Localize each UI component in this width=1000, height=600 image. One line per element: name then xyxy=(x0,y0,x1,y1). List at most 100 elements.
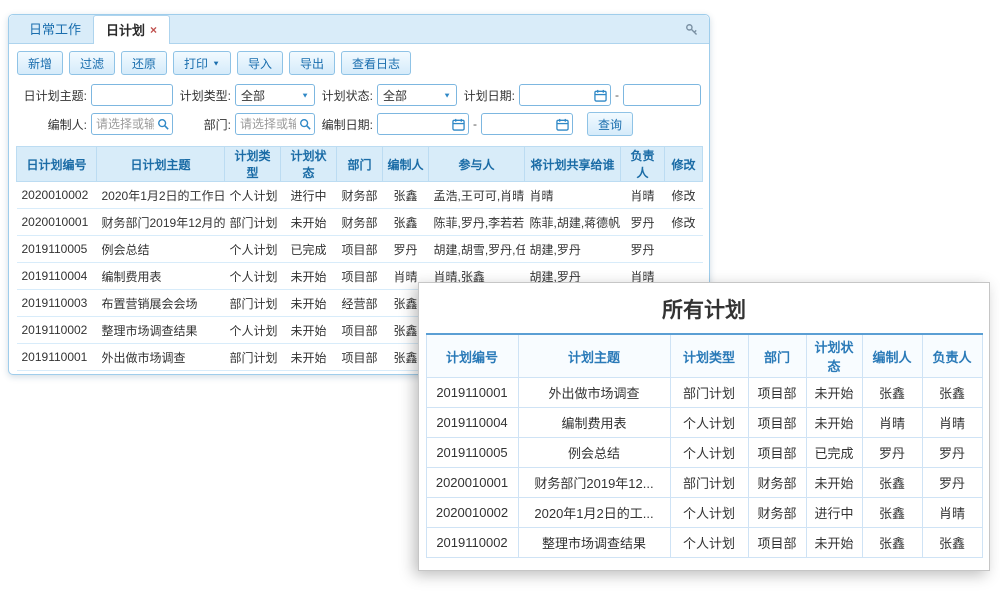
cell-subject[interactable]: 编制费用表 xyxy=(97,263,225,290)
column-header-participants[interactable]: 参与人 xyxy=(429,147,525,182)
cell-status: 已完成 xyxy=(806,438,862,468)
cell-participants: 胡建,胡雪,罗丹,任晓... xyxy=(429,236,525,263)
cell-owner[interactable]: 罗丹 xyxy=(621,236,665,263)
plan-date-to-input[interactable] xyxy=(623,84,701,106)
cell-subject[interactable]: 外出做市场调查 xyxy=(97,344,225,371)
column-header-modify[interactable]: 修改 xyxy=(665,147,703,182)
calendar-icon[interactable] xyxy=(452,118,465,131)
type-select-value: 全部 xyxy=(241,87,265,104)
calendar-icon[interactable] xyxy=(556,118,569,131)
cell-subject: 整理市场调查结果 xyxy=(518,528,670,558)
cell-status: 进行中 xyxy=(281,182,337,209)
date-range-separator: - xyxy=(473,117,477,131)
cell-status: 未开始 xyxy=(281,263,337,290)
header-row: 计划编号计划主题计划类型部门计划状态编制人负责人 xyxy=(426,334,982,378)
cell-status: 已完成 xyxy=(281,236,337,263)
cell-dept: 项目部 xyxy=(748,378,806,408)
cell-dept: 项目部 xyxy=(748,528,806,558)
table-row[interactable]: 2020010001财务部门2019年12月的...部门计划未开始财务部张鑫陈菲… xyxy=(17,209,703,236)
cell-type: 个人计划 xyxy=(670,408,748,438)
status-select[interactable]: 全部 ▼ xyxy=(377,84,457,106)
cell-status: 未开始 xyxy=(281,290,337,317)
all-plans-title: 所有计划 xyxy=(419,283,989,333)
cell-creator: 张鑫 xyxy=(862,528,922,558)
key-icon[interactable] xyxy=(685,23,699,37)
cell-type: 部门计划 xyxy=(670,468,748,498)
cell-modify[interactable]: 修改 xyxy=(665,209,703,236)
compile-date-to-field xyxy=(481,113,573,135)
export-button[interactable]: 导出 xyxy=(289,51,335,75)
cell-type: 个人计划 xyxy=(670,438,748,468)
column-header-creator: 编制人 xyxy=(862,334,922,378)
column-header-shared_with[interactable]: 将计划共享给谁 xyxy=(525,147,621,182)
cell-modify[interactable]: 修改 xyxy=(665,182,703,209)
status-select-value: 全部 xyxy=(383,87,407,104)
type-select[interactable]: 全部 ▼ xyxy=(235,84,315,106)
column-header-dept: 部门 xyxy=(748,334,806,378)
cell-id: 2019110004 xyxy=(426,408,518,438)
cell-participants: 孟浩,王可可,肖晴,张鑫 xyxy=(429,182,525,209)
cell-id[interactable]: 2019110002 xyxy=(17,317,97,344)
cell-id: 2020010002 xyxy=(426,498,518,528)
cell-subject[interactable]: 例会总结 xyxy=(97,236,225,263)
column-header-creator[interactable]: 编制人 xyxy=(383,147,429,182)
cell-id[interactable]: 2020010002 xyxy=(17,182,97,209)
close-tab-icon[interactable]: × xyxy=(150,24,157,36)
compile-date-from-field xyxy=(377,113,469,135)
cell-type: 部门计划 xyxy=(225,290,281,317)
cell-dept: 财务部 xyxy=(337,182,383,209)
cell-id[interactable]: 2020010001 xyxy=(17,209,97,236)
table-row[interactable]: 20200100022020年1月2日的工作日...个人计划进行中财务部张鑫孟浩… xyxy=(17,182,703,209)
cell-subject[interactable]: 整理市场调查结果 xyxy=(97,317,225,344)
all-plans-table: 计划编号计划主题计划类型部门计划状态编制人负责人2019110001外出做市场调… xyxy=(426,333,983,558)
cell-subject[interactable]: 财务部门2019年12月的... xyxy=(97,209,225,236)
filter-button[interactable]: 过滤 xyxy=(69,51,115,75)
calendar-icon[interactable] xyxy=(594,89,607,102)
import-button[interactable]: 导入 xyxy=(237,51,283,75)
column-header-id: 计划编号 xyxy=(426,334,518,378)
cell-dept: 经营部 xyxy=(337,290,383,317)
restore-button[interactable]: 还原 xyxy=(121,51,167,75)
cell-owner[interactable]: 肖晴 xyxy=(621,182,665,209)
cell-id[interactable]: 2019110005 xyxy=(17,236,97,263)
cell-id: 2019110002 xyxy=(426,528,518,558)
cell-subject: 编制费用表 xyxy=(518,408,670,438)
column-header-id[interactable]: 日计划编号 xyxy=(17,147,97,182)
cell-id[interactable]: 2019110004 xyxy=(17,263,97,290)
tab-daily-plan[interactable]: 日计划 × xyxy=(93,15,170,44)
cell-subject[interactable]: 2020年1月2日的工作日... xyxy=(97,182,225,209)
cell-status: 未开始 xyxy=(281,317,337,344)
plan-date-label: 计划日期: xyxy=(461,87,515,104)
cell-id[interactable]: 2019110003 xyxy=(17,290,97,317)
column-header-dept[interactable]: 部门 xyxy=(337,147,383,182)
table-row[interactable]: 2019110005例会总结个人计划已完成项目部罗丹胡建,胡雪,罗丹,任晓...… xyxy=(17,236,703,263)
tab-daily-work[interactable]: 日常工作 xyxy=(17,15,93,43)
cell-id: 2019110005 xyxy=(426,438,518,468)
search-icon[interactable] xyxy=(299,118,311,130)
cell-shared_with: 陈菲,胡建,蒋德帆,... xyxy=(525,209,621,236)
cell-creator: 张鑫 xyxy=(862,468,922,498)
subject-input[interactable] xyxy=(91,84,173,106)
column-header-status[interactable]: 计划状态 xyxy=(281,147,337,182)
column-header-subject[interactable]: 日计划主题 xyxy=(97,147,225,182)
view-log-button[interactable]: 查看日志 xyxy=(341,51,411,75)
cell-owner: 罗丹 xyxy=(922,438,982,468)
table-row: 2019110004编制费用表个人计划项目部未开始肖晴肖晴 xyxy=(426,408,982,438)
print-button[interactable]: 打印▼ xyxy=(173,51,231,75)
column-header-owner[interactable]: 负责人 xyxy=(621,147,665,182)
cell-id[interactable]: 2019110001 xyxy=(17,344,97,371)
cell-owner[interactable]: 罗丹 xyxy=(621,209,665,236)
add-button[interactable]: 新增 xyxy=(17,51,63,75)
tab-bar: 日常工作 日计划 × xyxy=(9,15,709,44)
cell-dept: 财务部 xyxy=(337,209,383,236)
cell-creator: 张鑫 xyxy=(383,182,429,209)
table-row: 2019110005例会总结个人计划项目部已完成罗丹罗丹 xyxy=(426,438,982,468)
cell-subject: 外出做市场调查 xyxy=(518,378,670,408)
search-button[interactable]: 查询 xyxy=(587,112,633,136)
cell-type: 个人计划 xyxy=(225,236,281,263)
search-icon[interactable] xyxy=(157,118,169,130)
cell-creator: 罗丹 xyxy=(862,438,922,468)
cell-subject[interactable]: 布置营销展会会场 xyxy=(97,290,225,317)
column-header-type[interactable]: 计划类型 xyxy=(225,147,281,182)
cell-shared_with: 胡建,罗丹 xyxy=(525,236,621,263)
